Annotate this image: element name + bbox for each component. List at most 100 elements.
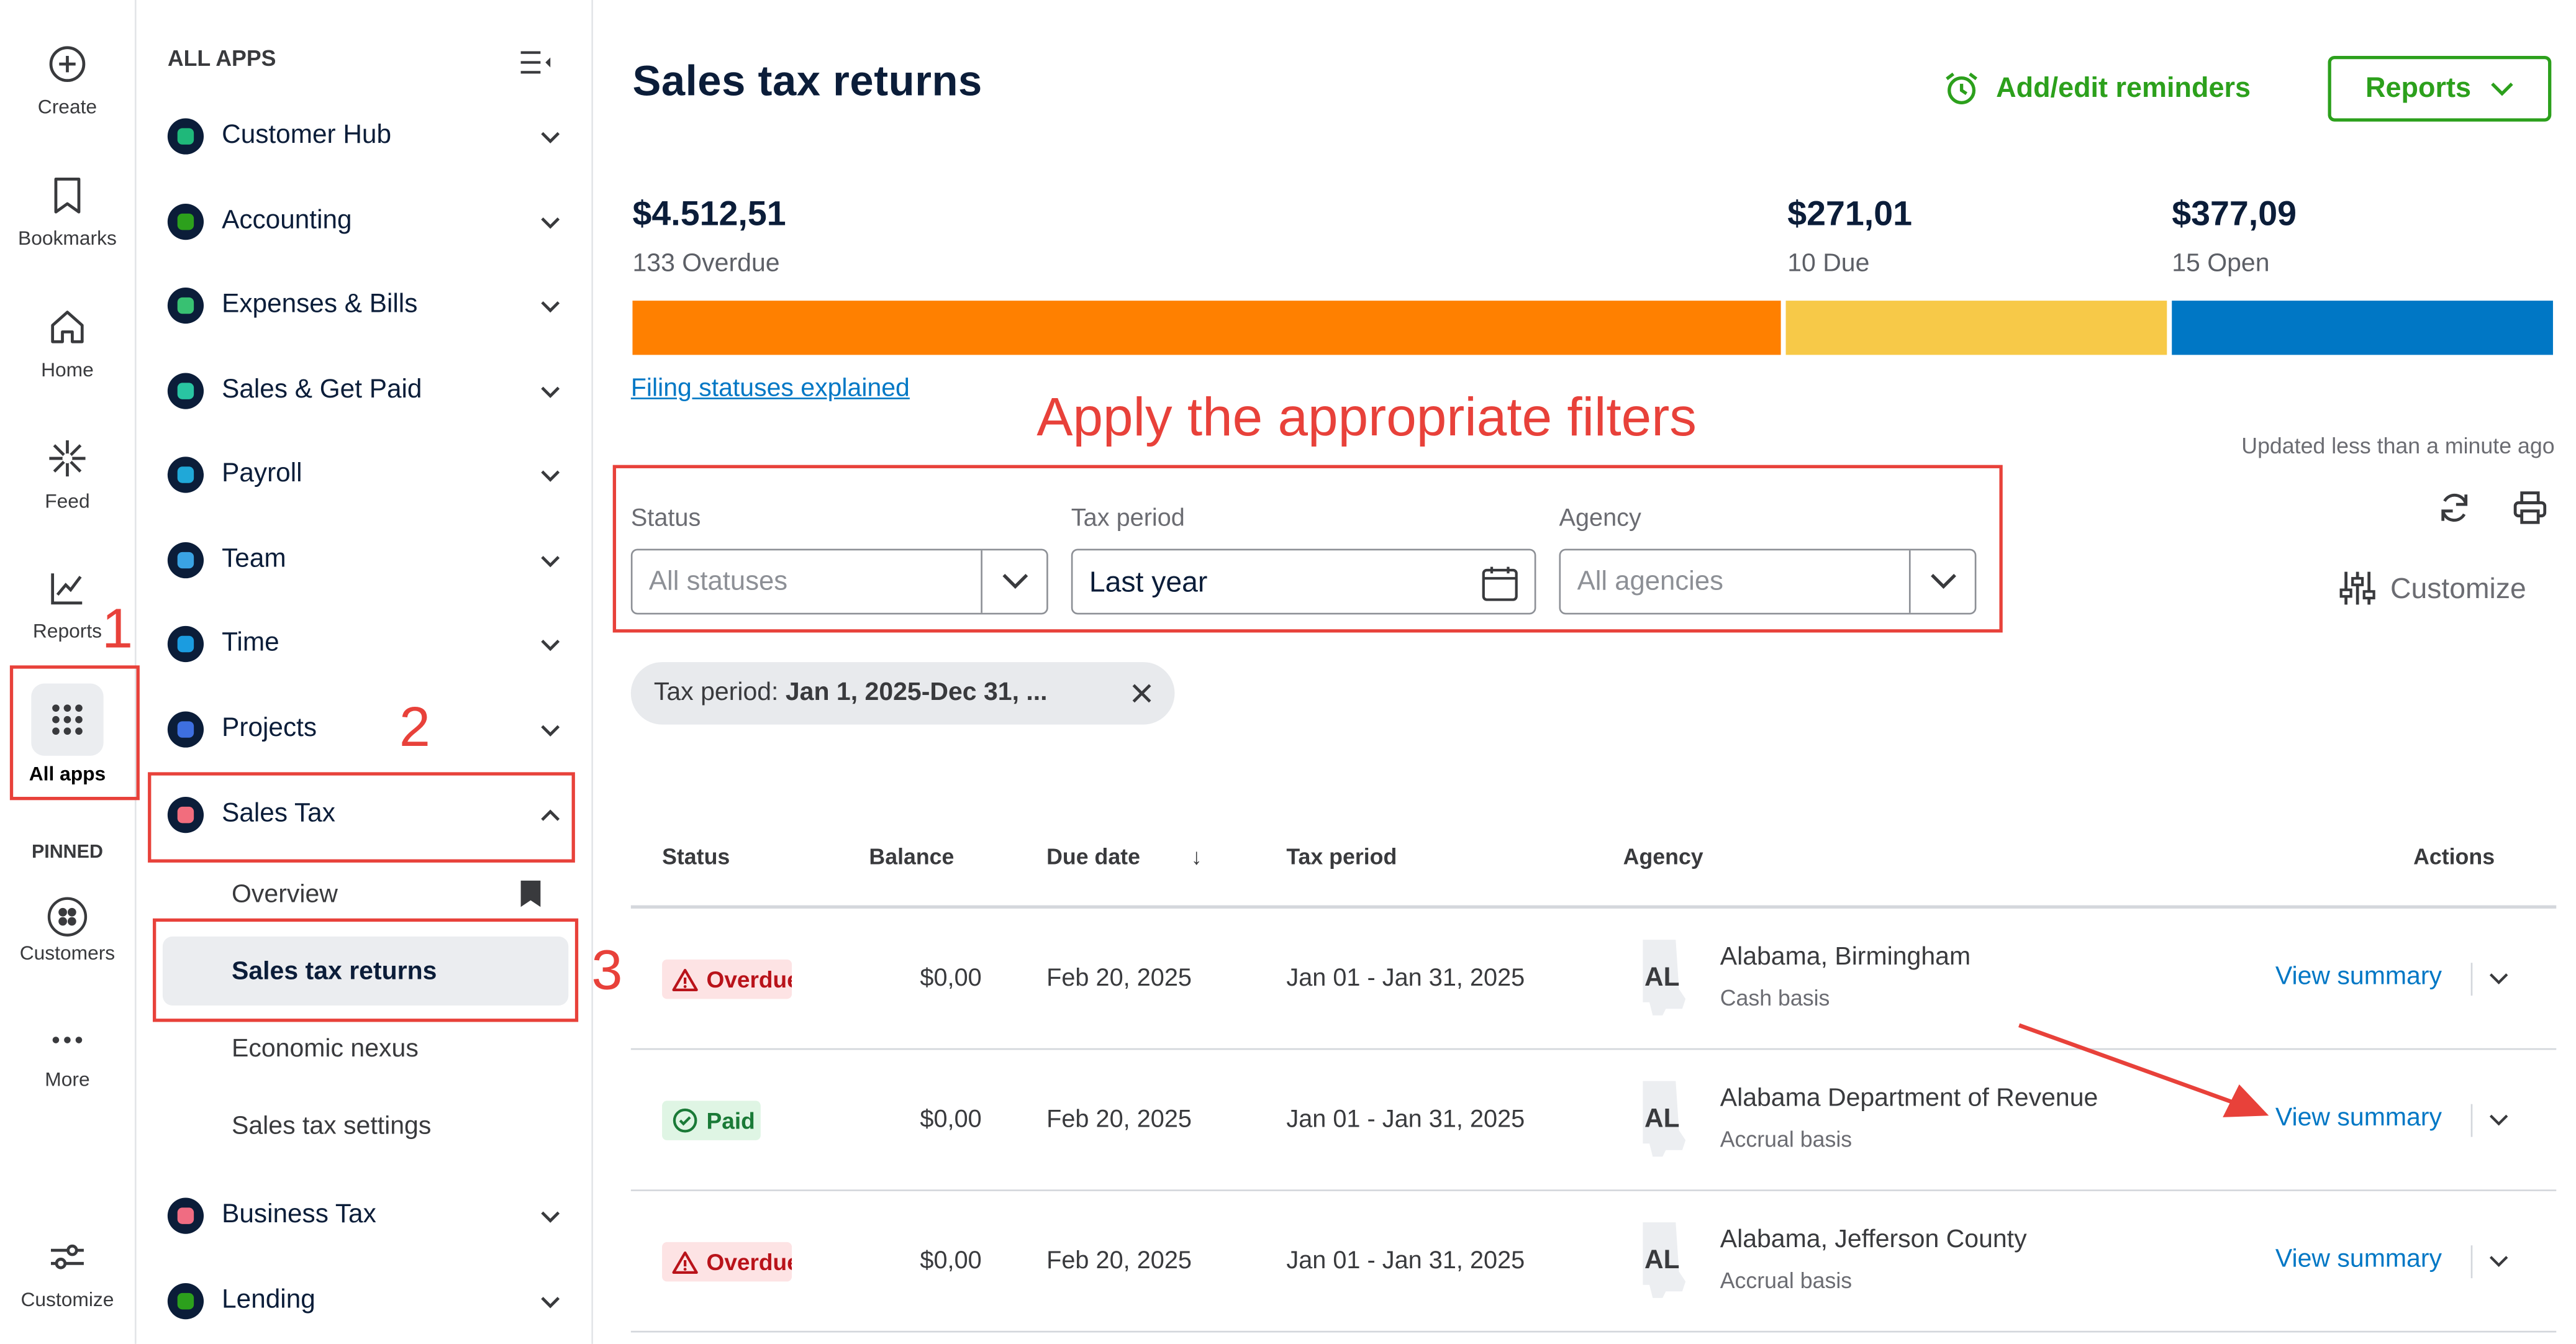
- agency-basis: Cash basis: [1720, 986, 1830, 1010]
- chevron-down-icon[interactable]: [539, 632, 562, 655]
- table-row[interactable]: Overdue $0,00 Feb 20, 2025 Jan 01 - Jan 31,…: [593, 909, 2576, 1050]
- reports-button-label: Reports: [2365, 72, 2471, 104]
- rail-more-label: More: [45, 1068, 90, 1091]
- rail-home[interactable]: Home: [0, 306, 135, 381]
- app-item-label: Lending: [222, 1286, 315, 1315]
- warning-icon: [672, 967, 707, 992]
- sliders-icon: [2338, 568, 2377, 607]
- app-item-accounting[interactable]: Accounting: [167, 197, 562, 246]
- table-row[interactable]: Paid $0,00 Feb 20, 2025 Jan 01 - Jan 31, 20…: [593, 1050, 2576, 1191]
- sort-desc-icon[interactable]: ↓: [1191, 845, 1202, 870]
- tax-period-cell: Jan 01 - Jan 31, 2025: [1286, 1246, 1525, 1275]
- open-bar[interactable]: [2172, 301, 2553, 355]
- print-icon[interactable]: [2512, 489, 2548, 525]
- col-tax-period[interactable]: Tax period: [1286, 845, 1397, 870]
- app-item-customer-hub[interactable]: Customer Hub: [167, 112, 562, 161]
- app-item-expenses-bills[interactable]: Expenses & Bills: [167, 281, 562, 330]
- open-amount: $377,09: [2172, 195, 2297, 234]
- app-logo-icon: [167, 625, 204, 663]
- subnav-overview[interactable]: Overview: [232, 881, 338, 910]
- col-actions: Actions: [2413, 844, 2495, 870]
- row-divider: [630, 1330, 2557, 1333]
- app-item-sales-get-paid[interactable]: Sales & Get Paid: [167, 366, 562, 415]
- col-status[interactable]: Status: [662, 845, 730, 870]
- due-bar[interactable]: [1785, 301, 2167, 355]
- more-icon: [46, 1019, 89, 1061]
- filing-statuses-link[interactable]: Filing statuses explained: [631, 375, 910, 404]
- view-summary-link[interactable]: View summary: [2275, 1245, 2442, 1275]
- annotation-step-2: 2: [399, 696, 430, 760]
- chevron-down-icon[interactable]: [539, 1204, 562, 1227]
- updated-timestamp: Updated less than a minute ago: [2241, 434, 2555, 459]
- col-due-date[interactable]: Due date: [1046, 845, 1140, 870]
- app-item-label: Customer Hub: [222, 121, 392, 150]
- rail-more[interactable]: More: [0, 1019, 135, 1091]
- agency-basis: Accrual basis: [1720, 1127, 1853, 1152]
- app-item-payroll[interactable]: Payroll: [167, 450, 562, 499]
- subnav-sales-tax-settings[interactable]: Sales tax settings: [232, 1112, 431, 1142]
- reports-dropdown-button[interactable]: Reports: [2328, 55, 2552, 122]
- status-badge: Overdue: [662, 959, 792, 999]
- app-logo-icon: [167, 711, 204, 748]
- subnav-economic-nexus[interactable]: Economic nexus: [232, 1035, 419, 1065]
- chevron-down-icon[interactable]: [539, 125, 562, 148]
- col-balance[interactable]: Balance: [869, 845, 954, 870]
- rail-bookmarks[interactable]: Bookmarks: [0, 174, 135, 250]
- customize-table-button[interactable]: Customize: [2338, 568, 2526, 607]
- agency-name: Alabama, Jefferson County: [1720, 1225, 2027, 1254]
- rail-customers[interactable]: Customers: [0, 896, 135, 965]
- chevron-down-icon: [2491, 81, 2514, 97]
- status-badge-label: Paid: [706, 1107, 755, 1134]
- view-summary-link[interactable]: View summary: [2275, 963, 2442, 992]
- bookmark-filled-icon[interactable]: [519, 879, 542, 909]
- overdue-count: 133 Overdue: [632, 250, 780, 278]
- table-row[interactable]: Overdue $0,00 Feb 20, 2025 Jan 01 - Jan 31,…: [593, 1191, 2576, 1333]
- app-item-time[interactable]: Time: [167, 619, 562, 668]
- chevron-down-icon[interactable]: [539, 718, 562, 741]
- rail-feed[interactable]: Feed: [0, 437, 135, 512]
- overdue-bar[interactable]: [632, 301, 1781, 355]
- app-item-business-tax[interactable]: Business Tax: [167, 1191, 562, 1240]
- chevron-down-icon[interactable]: [2487, 971, 2510, 987]
- app-logo-icon: [167, 118, 204, 155]
- app-item-projects[interactable]: Projects: [167, 705, 562, 754]
- annotation-arrow: [2018, 1023, 2269, 1117]
- annotation-box-filters: [612, 465, 2003, 633]
- rail-create[interactable]: Create: [0, 43, 135, 118]
- due-date-cell: Feb 20, 2025: [1046, 964, 1192, 992]
- collapse-panel-icon[interactable]: [519, 49, 552, 75]
- view-summary-link[interactable]: View summary: [2275, 1104, 2442, 1134]
- chevron-down-icon[interactable]: [539, 211, 562, 234]
- rail-customize-label: Customize: [20, 1287, 114, 1312]
- rail-bookmarks-label: Bookmarks: [18, 227, 117, 250]
- app-item-label: Expenses & Bills: [222, 291, 418, 319]
- col-agency[interactable]: Agency: [1623, 845, 1703, 870]
- rail-home-label: Home: [41, 358, 94, 381]
- agency-name: Alabama, Birmingham: [1720, 943, 1971, 971]
- app-item-team[interactable]: Team: [167, 535, 562, 584]
- annotation-step-1: 1: [102, 597, 134, 661]
- tax-period-filter-chip: Tax period: Jan 1, 2025-Dec 31, ...: [630, 662, 1175, 725]
- all-apps-panel: ALL APPS Customer Hub Accounting Expenses …: [138, 0, 593, 1344]
- sliders-icon: [46, 1235, 89, 1278]
- rail-customize[interactable]: Customize: [0, 1235, 135, 1311]
- balance-cell: $0,00: [920, 964, 982, 992]
- chevron-down-icon[interactable]: [539, 463, 562, 486]
- chevron-down-icon[interactable]: [2487, 1112, 2510, 1128]
- chevron-down-icon[interactable]: [539, 549, 562, 572]
- app-item-label: Accounting: [222, 207, 352, 235]
- app-item-lending[interactable]: Lending: [167, 1276, 562, 1325]
- bookmark-icon: [46, 174, 89, 217]
- alarm-clock-icon: [1944, 71, 1980, 107]
- refresh-icon[interactable]: [2436, 489, 2472, 525]
- chevron-down-icon[interactable]: [539, 1290, 562, 1313]
- app-item-label: Team: [222, 545, 286, 574]
- annotation-box-all-apps: [9, 665, 140, 801]
- chevron-down-icon[interactable]: [539, 294, 562, 317]
- add-edit-reminders-link[interactable]: Add/edit reminders: [1944, 71, 2251, 107]
- close-icon[interactable]: [1130, 682, 1153, 705]
- status-badge: Paid: [662, 1101, 761, 1140]
- chevron-down-icon[interactable]: [539, 379, 562, 402]
- chevron-down-icon[interactable]: [2487, 1253, 2510, 1269]
- page-title: Sales tax returns: [632, 55, 982, 106]
